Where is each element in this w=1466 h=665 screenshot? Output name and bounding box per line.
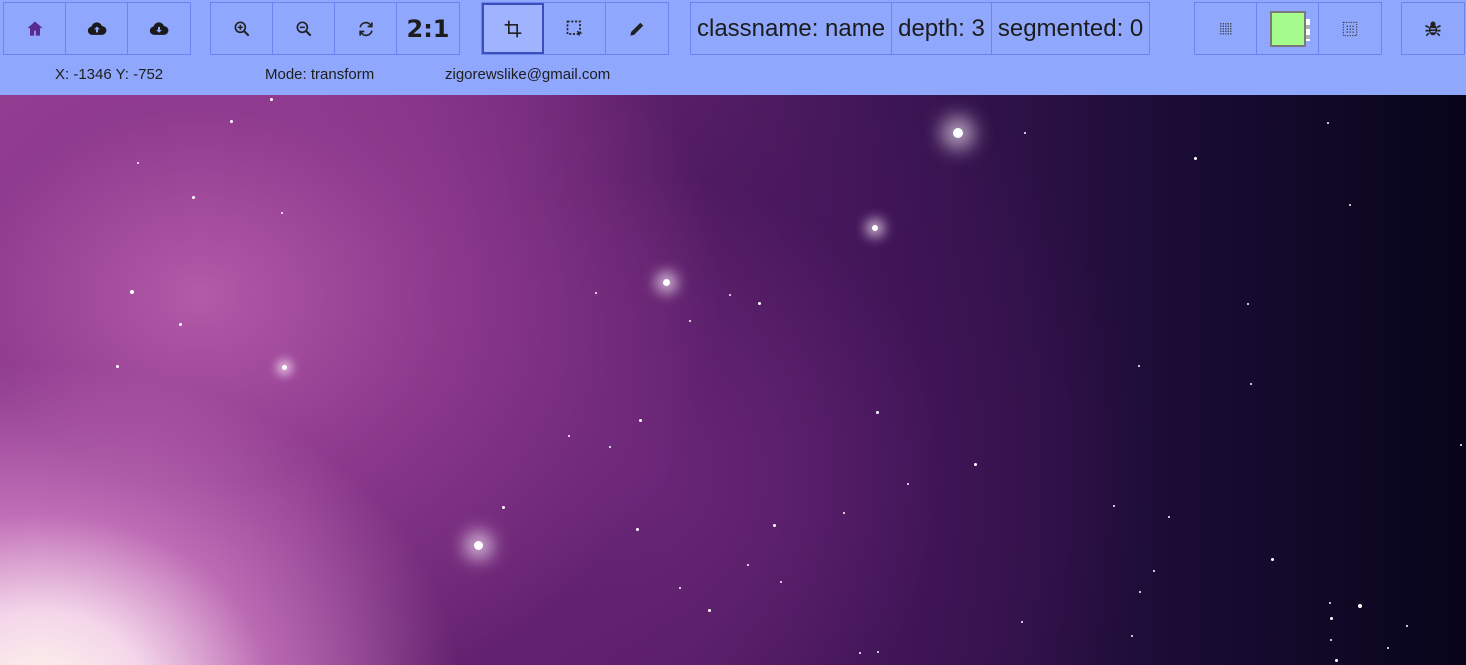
star bbox=[707, 608, 711, 612]
user-email: zigorewslike@gmail.com bbox=[445, 66, 611, 83]
star bbox=[1193, 156, 1197, 160]
star bbox=[1329, 602, 1331, 604]
star bbox=[772, 523, 776, 527]
zoom-in-icon bbox=[234, 21, 249, 36]
debug-group bbox=[1401, 2, 1465, 55]
star bbox=[907, 483, 909, 485]
reset-view-button[interactable] bbox=[335, 3, 397, 54]
star bbox=[1327, 122, 1329, 124]
star bbox=[269, 97, 273, 101]
dense-grid-button[interactable] bbox=[1195, 3, 1257, 54]
bug-icon bbox=[1425, 21, 1441, 36]
crop-icon bbox=[504, 20, 522, 37]
star bbox=[1330, 639, 1332, 641]
star bbox=[1250, 383, 1252, 385]
star bbox=[780, 581, 782, 583]
star bbox=[662, 278, 670, 286]
star bbox=[757, 301, 761, 305]
draw-button[interactable] bbox=[606, 3, 668, 54]
home-button[interactable] bbox=[4, 3, 66, 54]
color-swatch bbox=[1269, 10, 1310, 47]
grid-sparse-icon bbox=[1342, 21, 1358, 36]
star bbox=[875, 410, 879, 414]
file-group bbox=[3, 2, 191, 55]
segmented-field[interactable]: segmented: 0 bbox=[992, 3, 1149, 54]
star bbox=[973, 462, 977, 466]
sparse-grid-button[interactable] bbox=[1319, 3, 1381, 54]
star bbox=[1168, 516, 1170, 518]
star bbox=[191, 195, 195, 199]
view-group: 2:1 bbox=[210, 2, 460, 55]
star bbox=[1349, 204, 1351, 206]
mode-group bbox=[481, 2, 669, 55]
star bbox=[1138, 365, 1140, 367]
star bbox=[872, 225, 878, 231]
star bbox=[178, 322, 182, 326]
crop-button[interactable] bbox=[482, 3, 544, 54]
star bbox=[1024, 132, 1026, 134]
select-region-button[interactable] bbox=[544, 3, 606, 54]
annotation-info: classname: name depth: 3 segmented: 0 bbox=[690, 2, 1151, 55]
display-group bbox=[1194, 2, 1382, 55]
aspect-ratio-button[interactable]: 2:1 bbox=[397, 3, 459, 54]
star bbox=[1139, 591, 1141, 593]
star bbox=[130, 290, 134, 294]
top-toolbar: 2:1 classname: name depth: 3 segmented: … bbox=[0, 0, 1466, 95]
depth-field[interactable]: depth: 3 bbox=[892, 3, 992, 54]
cursor-coordinates: X: -1346 Y: -752 bbox=[55, 66, 164, 83]
star bbox=[747, 564, 749, 566]
star bbox=[1334, 658, 1338, 662]
star bbox=[843, 512, 845, 514]
zoom-out-button[interactable] bbox=[273, 3, 335, 54]
star bbox=[1153, 570, 1155, 572]
grid-dense-icon bbox=[1219, 22, 1231, 34]
mode-indicator: Mode: transform bbox=[265, 66, 375, 83]
star bbox=[501, 505, 505, 509]
upload-button[interactable] bbox=[66, 3, 128, 54]
pencil-icon bbox=[630, 22, 644, 36]
color-picker-button[interactable] bbox=[1257, 3, 1319, 54]
cloud-upload-icon bbox=[87, 21, 106, 35]
star bbox=[859, 652, 861, 654]
star bbox=[689, 320, 691, 322]
star bbox=[229, 119, 233, 123]
download-button[interactable] bbox=[128, 3, 190, 54]
star bbox=[1021, 621, 1023, 623]
classname-field[interactable]: classname: name bbox=[691, 3, 893, 54]
star bbox=[1460, 444, 1462, 446]
star bbox=[281, 364, 287, 370]
image-canvas[interactable] bbox=[0, 95, 1466, 665]
debug-button[interactable] bbox=[1402, 3, 1464, 54]
star bbox=[635, 527, 639, 531]
star bbox=[953, 128, 963, 138]
star bbox=[568, 435, 570, 437]
star bbox=[729, 294, 731, 296]
star bbox=[679, 587, 681, 589]
star bbox=[1113, 505, 1115, 507]
zoom-out-icon bbox=[296, 21, 311, 36]
star bbox=[1387, 647, 1389, 649]
star bbox=[1406, 625, 1408, 627]
star bbox=[595, 292, 597, 294]
star bbox=[1131, 635, 1133, 637]
cloud-download-icon bbox=[149, 21, 169, 35]
zoom-in-button[interactable] bbox=[211, 3, 273, 54]
home-icon bbox=[27, 21, 42, 36]
star bbox=[609, 446, 611, 448]
star bbox=[115, 364, 119, 368]
star bbox=[877, 651, 879, 653]
star bbox=[638, 418, 642, 422]
star bbox=[281, 212, 283, 214]
select-region-icon bbox=[566, 20, 582, 36]
star bbox=[1247, 303, 1249, 305]
star bbox=[473, 540, 483, 550]
star bbox=[1358, 604, 1362, 608]
reset-view-icon bbox=[358, 21, 373, 36]
star bbox=[1329, 616, 1333, 620]
star bbox=[137, 162, 139, 164]
star bbox=[1270, 557, 1274, 561]
